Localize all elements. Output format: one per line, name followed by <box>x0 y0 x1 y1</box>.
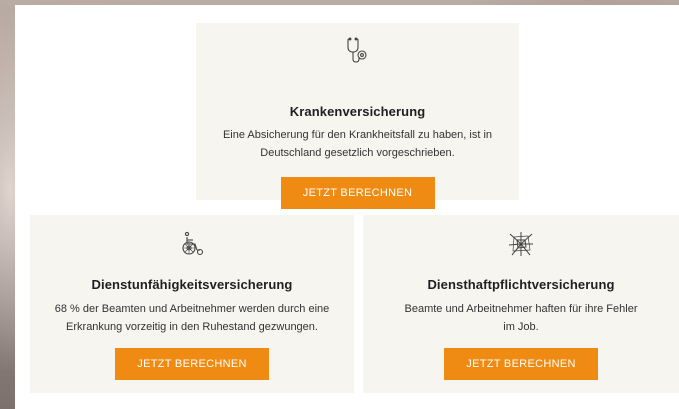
calculate-button[interactable]: JETZT BERECHNEN <box>444 348 598 380</box>
card-title: Dienstunfähigkeitsversicherung <box>91 277 293 292</box>
stethoscope-icon <box>346 37 370 70</box>
card-description: 68 % der Beamten und Arbeitnehmer werden… <box>38 300 346 336</box>
card-description-line: 68 % der Beamten und Arbeitnehmer werden… <box>54 303 330 315</box>
calculate-button[interactable]: JETZT BERECHNEN <box>115 348 269 380</box>
wheelchair-icon <box>179 231 205 262</box>
broken-glass-icon <box>507 231 535 262</box>
card-dienstunfaehigkeitsversicherung: Dienstunfähigkeitsversicherung 68 % der … <box>30 215 354 393</box>
card-title: Krankenversicherung <box>289 104 426 119</box>
card-krankenversicherung: Krankenversicherung Eine Absicherung für… <box>196 23 519 209</box>
card-description-line: Deutschland gesetzlich vorgeschrieben. <box>260 147 455 159</box>
card-description: Beamte und Arbeitnehmer haften für ihre … <box>378 300 664 336</box>
card-description-line: Beamte und Arbeitnehmer haften für ihre … <box>404 303 638 315</box>
calculate-button[interactable]: JETZT BERECHNEN <box>280 177 435 209</box>
card-title: Diensthaftpflichtversicherung <box>427 277 615 292</box>
card-description-line: im Job. <box>503 321 539 333</box>
card-description-line: Eine Absicherung für den Krankheitsfall … <box>222 129 493 141</box>
card-diensthaftpflichtversicherung: Diensthaftpflichtversicherung Beamte und… <box>363 215 679 393</box>
card-description-line: Erkrankung vorzeitig in den Ruhestand ge… <box>66 321 318 333</box>
card-description: Eine Absicherung für den Krankheitsfall … <box>206 126 509 162</box>
